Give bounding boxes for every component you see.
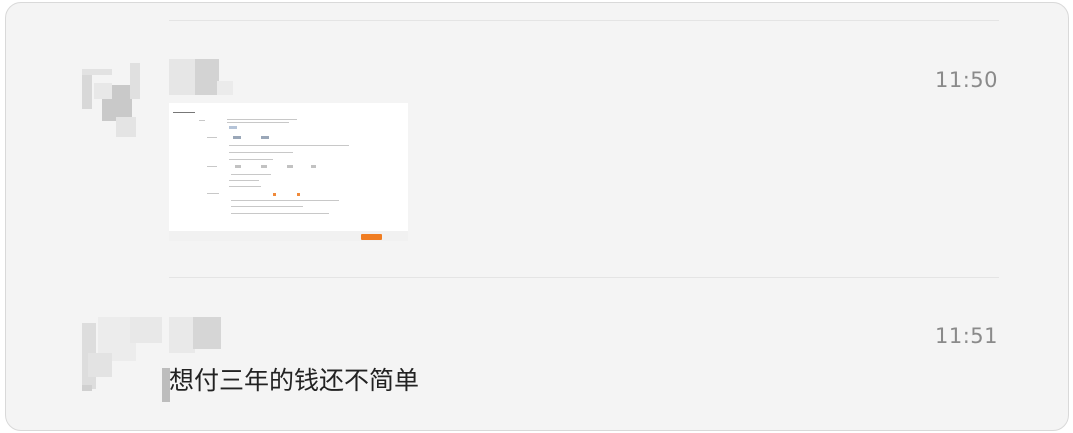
message-divider xyxy=(169,20,999,21)
message-divider xyxy=(169,277,999,278)
sender-name-blurred xyxy=(169,317,229,353)
avatar[interactable] xyxy=(80,63,165,148)
message-text: 想付三年的钱还不简单 xyxy=(169,366,420,395)
image-attachment[interactable] xyxy=(169,103,408,241)
message-time: 11:50 xyxy=(934,68,998,92)
thumbnail-orange-button xyxy=(361,234,382,240)
message-time: 11:51 xyxy=(934,324,998,348)
sender-name-blurred xyxy=(169,59,233,95)
avatar[interactable] xyxy=(80,317,165,402)
chat-message-list: 11:50 11:51 想付三年的钱还不简单 xyxy=(5,2,1069,431)
